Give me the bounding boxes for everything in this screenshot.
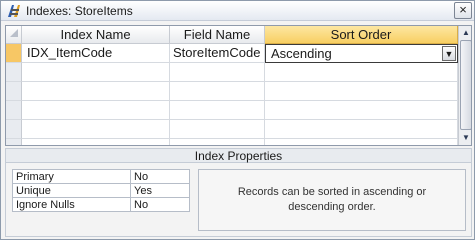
window-title: Indexes: StoreItems [26,4,133,18]
indexes-grid: Index Name Field Name Sort Order IDX_Ite… [5,25,472,146]
empty-cell[interactable] [170,120,265,139]
empty-cell[interactable] [22,101,170,120]
empty-cell[interactable] [22,63,170,82]
title-bar[interactable]: Indexes: StoreItems × [1,1,474,21]
empty-cell[interactable] [265,63,458,82]
empty-cell[interactable] [170,139,265,145]
empty-cell[interactable] [265,139,458,145]
select-all-icon [9,29,18,37]
property-row-unique: Unique Yes [12,183,190,198]
property-value-ignore-nulls[interactable]: No [130,197,190,212]
indexes-window: Indexes: StoreItems × Index Name Field N… [0,0,475,240]
property-label: Unique [12,183,131,198]
property-row-primary: Primary No [12,169,190,184]
empty-cell[interactable] [265,101,458,120]
empty-cell[interactable] [265,82,458,101]
index-properties-header: Index Properties [5,148,472,163]
vertical-scrollbar[interactable]: ▲ ▼ [458,26,471,145]
property-description: Records can be sorted in ascending or de… [198,169,466,231]
row-selector[interactable] [6,139,22,145]
empty-cell[interactable] [22,139,170,145]
column-header-field-name[interactable]: Field Name [170,26,265,44]
cell-field-name[interactable]: StoreItemCode [170,44,265,63]
sort-order-combobox[interactable]: Ascending ▼ [265,44,458,63]
indexes-icon [8,5,20,17]
row-selector[interactable] [6,63,22,82]
property-label: Primary [12,169,131,184]
properties-table: Primary No Unique Yes Ignore Nulls No [12,169,190,212]
property-row-ignore-nulls: Ignore Nulls No [12,197,190,212]
empty-cell[interactable] [22,82,170,101]
row-selector-current[interactable] [6,44,22,63]
empty-cell[interactable] [22,120,170,139]
scroll-thumb[interactable] [460,40,471,130]
sort-order-value: Ascending [271,46,332,61]
scroll-down-icon[interactable]: ▼ [460,131,471,144]
row-selector[interactable] [6,101,22,120]
scroll-up-icon[interactable]: ▲ [460,26,471,39]
chevron-down-icon[interactable]: ▼ [442,46,456,61]
empty-cell[interactable] [170,101,265,120]
empty-cell[interactable] [265,120,458,139]
select-all-corner[interactable] [6,26,22,44]
property-label: Ignore Nulls [12,197,131,212]
row-selector[interactable] [6,120,22,139]
empty-cell[interactable] [170,82,265,101]
index-properties-panel: Primary No Unique Yes Ignore Nulls No Re… [5,163,472,237]
empty-cell[interactable] [170,63,265,82]
property-value-unique[interactable]: Yes [130,183,190,198]
property-value-primary[interactable]: No [130,169,190,184]
close-button[interactable]: × [454,2,472,19]
column-header-sort-order[interactable]: Sort Order [265,26,458,44]
row-selector[interactable] [6,82,22,101]
column-header-index-name[interactable]: Index Name [22,26,170,44]
cell-index-name[interactable]: IDX_ItemCode [22,44,170,63]
